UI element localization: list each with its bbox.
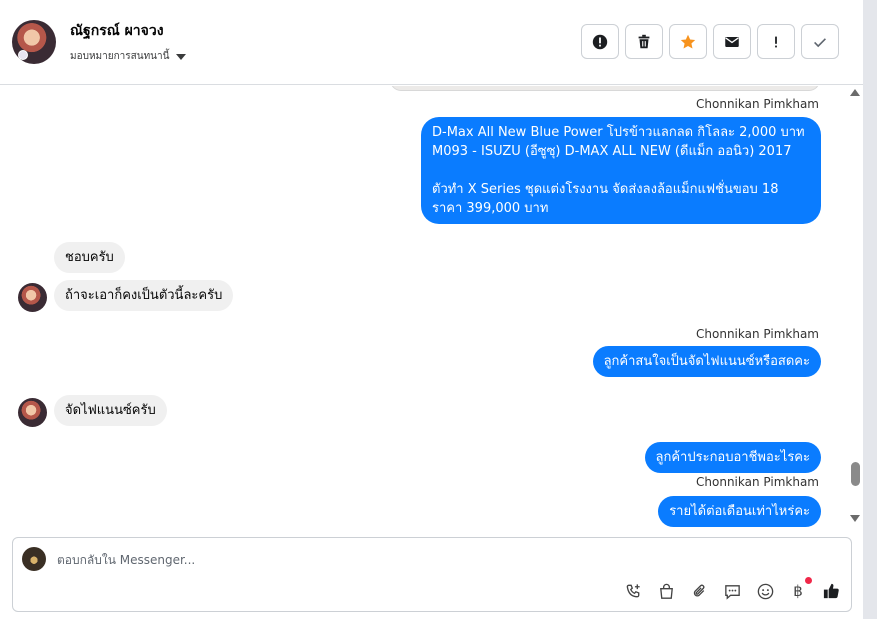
exclamation-circle-icon	[592, 34, 608, 49]
smiley-icon	[757, 583, 773, 599]
chat-bubble-icon	[724, 584, 740, 600]
message-line-blank	[432, 161, 810, 180]
outgoing-message[interactable]: ลูกค้าประกอบอาชีพอะไรคะ	[644, 442, 821, 473]
emoji-button[interactable]	[755, 581, 775, 601]
reply-input[interactable]	[57, 550, 657, 570]
contact-avatar-small	[18, 398, 47, 427]
message-line: D-Max All New Blue Power โปรข้าวแลกลด กิ…	[432, 125, 805, 140]
check-icon	[814, 37, 826, 47]
star-button[interactable]	[669, 24, 707, 59]
sender-name: Chonnikan Pimkham	[696, 97, 819, 111]
saved-replies-button[interactable]	[722, 581, 742, 601]
phone-plus-icon	[626, 583, 640, 597]
avatar-badge	[18, 50, 28, 60]
attach-button[interactable]	[689, 581, 709, 601]
scroll-down-arrow[interactable]	[850, 515, 860, 522]
paperclip-icon	[693, 584, 704, 596]
caret-down-icon	[176, 53, 187, 60]
spam-button[interactable]	[581, 24, 619, 59]
assign-conversation-dropdown[interactable]: มอบหมายการสนทนานี้	[70, 49, 187, 64]
notification-dot	[805, 577, 812, 584]
outgoing-message[interactable]: D-Max All New Blue Power โปรข้าวแลกลด กิ…	[421, 117, 821, 224]
outgoing-message[interactable]: รายได้ต่อเดือนเท่าไหร่คะ	[658, 496, 821, 527]
shop-button[interactable]	[656, 581, 676, 601]
payment-button[interactable]: ฿	[788, 577, 812, 601]
mark-unread-button[interactable]	[713, 24, 751, 59]
envelope-icon	[725, 36, 739, 47]
sender-name: Chonnikan Pimkham	[696, 475, 819, 489]
baht-icon: ฿	[793, 582, 803, 600]
incoming-message[interactable]: จัดไฟแนนซ์ครับ	[54, 395, 167, 426]
contact-avatar-small	[18, 283, 47, 312]
star-icon	[680, 34, 696, 48]
thumbs-up-icon	[823, 583, 839, 598]
messenger-inbox: ณัฐกรณ์ ผาจวง มอบหมายการสนทนานี้ Chonnik…	[0, 0, 877, 619]
shared-image-preview[interactable]	[390, 86, 820, 91]
message-line: ตัวทำ X Series ชุดแต่งโรงงาน จัดส่งลงล้อ…	[432, 182, 779, 197]
side-strip	[863, 0, 877, 619]
contact-name[interactable]: ณัฐกรณ์ ผาจวง	[70, 20, 164, 42]
done-button[interactable]	[801, 24, 839, 59]
shopping-bag-icon	[659, 583, 673, 599]
like-button[interactable]	[821, 581, 841, 601]
scroll-up-arrow[interactable]	[850, 89, 860, 96]
message-line: ราคา 399,000 บาท	[432, 201, 549, 216]
reply-composer: ฿	[12, 537, 852, 612]
page-avatar	[22, 547, 46, 571]
conversation-toolbar	[581, 24, 839, 59]
outgoing-message[interactable]: ลูกค้าสนใจเป็นจัดไฟแนนซ์หรือสดคะ	[592, 346, 821, 377]
conversation-header: ณัฐกรณ์ ผาจวง มอบหมายการสนทนานี้	[0, 0, 863, 85]
message-line: M093 - ISUZU (อีซูซุ) D-MAX ALL NEW (ดีแ…	[432, 144, 792, 159]
contact-avatar[interactable]	[12, 20, 56, 64]
sender-name: Chonnikan Pimkham	[696, 327, 819, 341]
incoming-message[interactable]: ชอบครับ	[54, 242, 125, 273]
assign-label: มอบหมายการสนทนานี้	[70, 51, 170, 62]
message-thread[interactable]: Chonnikan Pimkham D-Max All New Blue Pow…	[0, 86, 863, 528]
composer-toolbar: ฿	[623, 577, 841, 601]
incoming-message[interactable]: ถ้าจะเอาก็คงเป็นตัวนี้ละครับ	[54, 280, 234, 311]
trash-icon	[638, 34, 650, 48]
scrollbar-thumb[interactable]	[851, 462, 860, 486]
delete-button[interactable]	[625, 24, 663, 59]
important-button[interactable]	[757, 24, 795, 59]
call-button[interactable]	[623, 581, 643, 601]
exclamation-icon	[775, 36, 777, 47]
